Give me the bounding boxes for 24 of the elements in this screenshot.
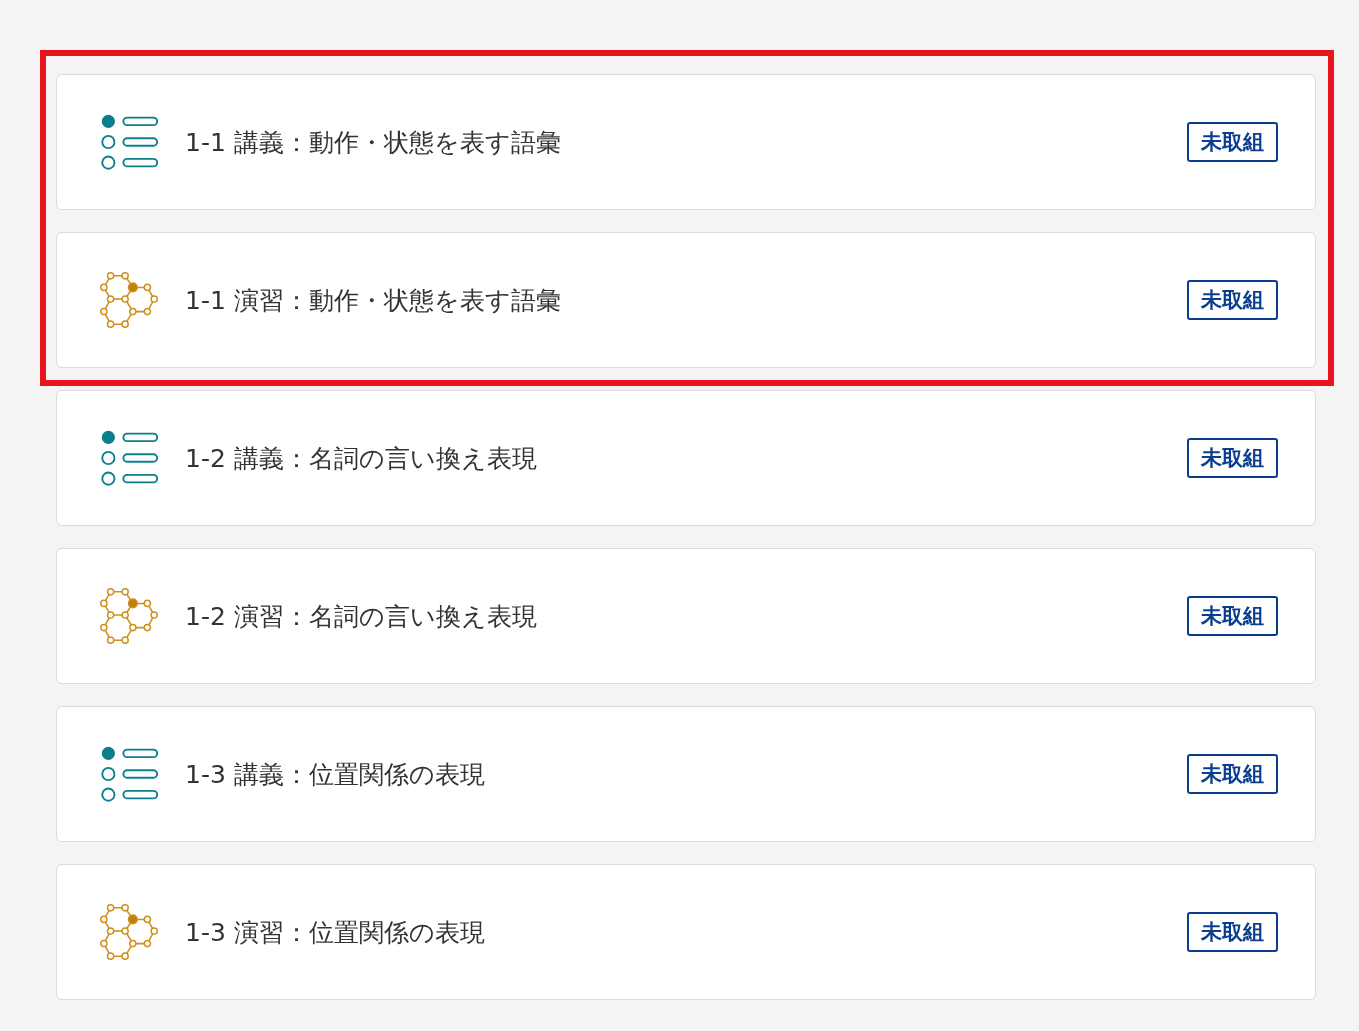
lesson-title: 1-2 演習：名詞の言い換え表現	[185, 600, 538, 633]
lesson-card[interactable]: 1-2 演習：名詞の言い換え表現 未取組	[56, 548, 1316, 684]
lesson-card[interactable]: 1-3 講義：位置関係の表現 未取組	[56, 706, 1316, 842]
lesson-card[interactable]: 1-2 講義：名詞の言い換え表現 未取組	[56, 390, 1316, 526]
lesson-card[interactable]: 1-3 演習：位置関係の表現 未取組	[56, 864, 1316, 1000]
lesson-title: 1-1 演習：動作・状態を表す語彙	[185, 284, 562, 317]
network-icon	[99, 270, 159, 330]
status-badge: 未取組	[1187, 912, 1278, 952]
status-badge: 未取組	[1187, 122, 1278, 162]
status-badge: 未取組	[1187, 596, 1278, 636]
list-icon	[99, 428, 159, 488]
status-badge: 未取組	[1187, 754, 1278, 794]
lesson-title: 1-3 講義：位置関係の表現	[185, 758, 486, 791]
network-icon	[99, 902, 159, 962]
lesson-card[interactable]: 1-1 演習：動作・状態を表す語彙 未取組	[56, 232, 1316, 368]
lesson-title: 1-3 演習：位置関係の表現	[185, 916, 486, 949]
status-badge: 未取組	[1187, 438, 1278, 478]
list-icon	[99, 744, 159, 804]
status-badge: 未取組	[1187, 280, 1278, 320]
lesson-title: 1-2 講義：名詞の言い換え表現	[185, 442, 538, 475]
lesson-title: 1-1 講義：動作・状態を表す語彙	[185, 126, 562, 159]
network-icon	[99, 586, 159, 646]
list-icon	[99, 112, 159, 172]
lesson-card[interactable]: 1-1 講義：動作・状態を表す語彙 未取組	[56, 74, 1316, 210]
